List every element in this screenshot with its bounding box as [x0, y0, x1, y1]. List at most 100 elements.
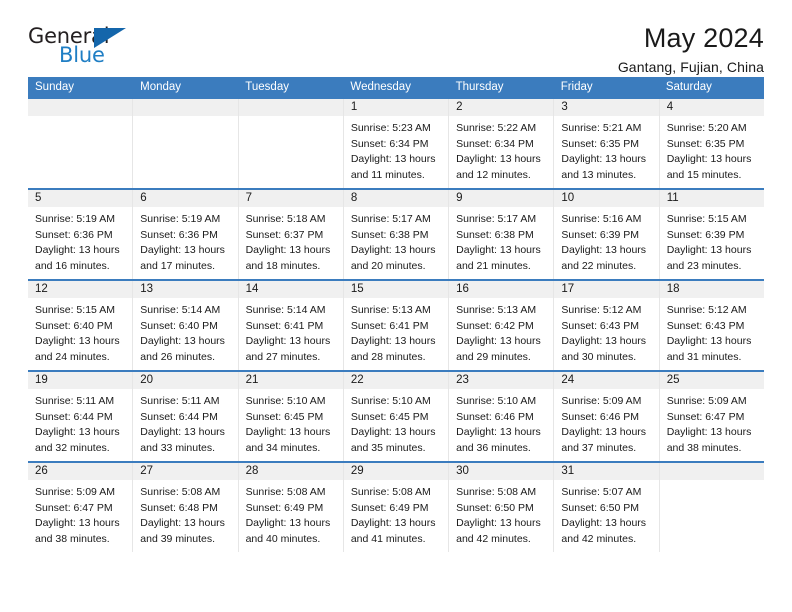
daylight-duration-line1: Daylight: 13 hours [456, 153, 541, 166]
daylight-duration-line2: and 23 minutes. [666, 259, 742, 272]
sunset-time: Sunset: 6:40 PM [35, 319, 113, 332]
day-details: Sunrise: 5:12 AM Sunset: 6:43 PM Daylight:… [554, 298, 658, 365]
day-cell[interactable]: 9 Sunrise: 5:17 AM Sunset: 6:38 PM Daylight… [448, 190, 554, 279]
day-cell[interactable]: 3 Sunrise: 5:21 AM Sunset: 6:35 PM Daylight… [553, 99, 659, 188]
sunrise-time: Sunrise: 5:09 AM [666, 395, 747, 407]
sunset-time: Sunset: 6:44 PM [140, 410, 218, 423]
sunset-time: Sunset: 6:50 PM [456, 501, 534, 514]
day-cell[interactable]: 5 Sunrise: 5:19 AM Sunset: 6:36 PM Daylight… [28, 190, 133, 279]
day-details: Sunrise: 5:14 AM Sunset: 6:40 PM Daylight:… [133, 298, 237, 365]
day-cell[interactable]: 13 Sunrise: 5:14 AM Sunset: 6:40 PM Dayligh… [132, 281, 238, 370]
sunset-time: Sunset: 6:48 PM [140, 501, 218, 514]
day-number: 21 [238, 372, 343, 389]
weekday-header-row: Sunday Monday Tuesday Wednesday Thursday Frid… [28, 77, 764, 99]
day-cell[interactable]: 19 Sunrise: 5:11 AM Sunset: 6:44 PM Dayligh… [28, 372, 133, 461]
sunrise-time: Sunrise: 5:10 AM [456, 395, 537, 407]
sunset-time: Sunset: 6:38 PM [350, 228, 429, 241]
daylight-duration-line1: Daylight: 13 hours [561, 153, 647, 166]
day-cell[interactable]: 28 Sunrise: 5:08 AM Sunset: 6:49 PM Dayligh… [237, 463, 343, 552]
day-details: Sunrise: 5:10 AM Sunset: 6:45 PM Daylight:… [344, 389, 448, 456]
day-cell[interactable]: 8 Sunrise: 5:17 AM Sunset: 6:38 PM Daylight… [342, 190, 449, 279]
sunrise-time: Sunrise: 5:09 AM [35, 486, 115, 498]
day-cell[interactable]: 1 Sunrise: 5:23 AM Sunset: 6:34 PM Daylight… [342, 99, 449, 188]
daylight-duration-line1: Daylight: 13 hours [245, 517, 331, 530]
sunset-time: Sunset: 6:36 PM [140, 228, 218, 241]
sunrise-time: Sunrise: 5:18 AM [245, 213, 326, 225]
day-number: 30 [449, 463, 554, 480]
sunrise-time: Sunrise: 5:12 AM [666, 304, 747, 316]
sunrise-time: Sunrise: 5:17 AM [350, 213, 431, 225]
day-cell[interactable]: 10 Sunrise: 5:16 AM Sunset: 6:39 PM Dayligh… [553, 190, 659, 279]
day-cell[interactable]: 22 Sunrise: 5:10 AM Sunset: 6:45 PM Dayligh… [342, 372, 449, 461]
day-cell[interactable]: 12 Sunrise: 5:15 AM Sunset: 6:40 PM Dayligh… [28, 281, 133, 370]
daylight-duration-line1: Daylight: 13 hours [35, 335, 120, 348]
day-cell[interactable]: 29 Sunrise: 5:08 AM Sunset: 6:49 PM Dayligh… [342, 463, 449, 552]
daylight-duration-line2: and 38 minutes. [666, 441, 742, 454]
general-blue-logo[interactable]: General Blue [28, 24, 138, 70]
day-cell[interactable]: 20 Sunrise: 5:11 AM Sunset: 6:44 PM Dayligh… [132, 372, 238, 461]
day-cell[interactable]: 7 Sunrise: 5:18 AM Sunset: 6:37 PM Daylight… [237, 190, 343, 279]
sunset-time: Sunset: 6:43 PM [666, 319, 745, 332]
daylight-duration-line1: Daylight: 13 hours [561, 335, 647, 348]
daylight-duration-line1: Daylight: 13 hours [35, 244, 120, 257]
day-cell[interactable]: 11 Sunrise: 5:15 AM Sunset: 6:39 PM Dayligh… [658, 190, 764, 279]
sunrise-time: Sunrise: 5:19 AM [140, 213, 221, 225]
day-details: Sunrise: 5:19 AM Sunset: 6:36 PM Daylight:… [133, 207, 237, 274]
day-cell[interactable]: 6 Sunrise: 5:19 AM Sunset: 6:36 PM Daylight… [132, 190, 238, 279]
daylight-duration-line2: and 20 minutes. [350, 259, 426, 272]
sunset-time: Sunset: 6:49 PM [350, 501, 429, 514]
sunset-time: Sunset: 6:41 PM [350, 319, 429, 332]
daylight-duration-line1: Daylight: 13 hours [350, 517, 436, 530]
day-cell-empty [132, 99, 238, 188]
day-cell[interactable]: 23 Sunrise: 5:10 AM Sunset: 6:46 PM Dayligh… [448, 372, 554, 461]
sunrise-time: Sunrise: 5:15 AM [666, 213, 747, 225]
day-cell[interactable]: 31 Sunrise: 5:07 AM Sunset: 6:50 PM Dayligh… [553, 463, 659, 552]
calendar-weeks: 1 Sunrise: 5:23 AM Sunset: 6:34 PM Daylight… [28, 99, 764, 552]
day-number: 17 [554, 281, 659, 298]
title-block: May 2024 Gantang, Fujian, China [617, 24, 764, 76]
weekday-header-wednesday: Wednesday [350, 81, 411, 93]
day-cell[interactable]: 25 Sunrise: 5:09 AM Sunset: 6:47 PM Dayligh… [658, 372, 764, 461]
calendar-week-row: 26 Sunrise: 5:09 AM Sunset: 6:47 PM Dayligh… [28, 461, 764, 552]
day-cell[interactable]: 27 Sunrise: 5:08 AM Sunset: 6:48 PM Dayligh… [132, 463, 238, 552]
day-cell[interactable]: 24 Sunrise: 5:09 AM Sunset: 6:46 PM Dayligh… [553, 372, 659, 461]
day-cell[interactable]: 15 Sunrise: 5:13 AM Sunset: 6:41 PM Dayligh… [342, 281, 449, 370]
day-cell[interactable]: 17 Sunrise: 5:12 AM Sunset: 6:43 PM Dayligh… [553, 281, 659, 370]
day-details: Sunrise: 5:17 AM Sunset: 6:38 PM Daylight:… [449, 207, 553, 274]
page-subtitle-location: Gantang, Fujian, China [617, 59, 764, 76]
daylight-duration-line2: and 36 minutes. [456, 441, 531, 454]
sunset-time: Sunset: 6:39 PM [666, 228, 745, 241]
day-cell[interactable]: 14 Sunrise: 5:14 AM Sunset: 6:41 PM Dayligh… [237, 281, 343, 370]
day-cell[interactable]: 26 Sunrise: 5:09 AM Sunset: 6:47 PM Dayligh… [28, 463, 133, 552]
sunrise-time: Sunrise: 5:09 AM [561, 395, 642, 407]
day-details: Sunrise: 5:09 AM Sunset: 6:46 PM Daylight:… [554, 389, 658, 456]
daylight-duration-line1: Daylight: 13 hours [456, 426, 541, 439]
daylight-duration-line1: Daylight: 13 hours [350, 153, 436, 166]
day-cell[interactable]: 4 Sunrise: 5:20 AM Sunset: 6:35 PM Daylight… [658, 99, 764, 188]
calendar-week-row: 12 Sunrise: 5:15 AM Sunset: 6:40 PM Dayligh… [28, 279, 764, 370]
day-cell[interactable]: 2 Sunrise: 5:22 AM Sunset: 6:34 PM Daylight… [448, 99, 554, 188]
day-cell[interactable]: 18 Sunrise: 5:12 AM Sunset: 6:43 PM Dayligh… [658, 281, 764, 370]
sunrise-time: Sunrise: 5:22 AM [456, 122, 537, 134]
sunset-time: Sunset: 6:45 PM [245, 410, 324, 423]
sunrise-time: Sunrise: 5:19 AM [35, 213, 115, 225]
day-details: Sunrise: 5:08 AM Sunset: 6:50 PM Daylight:… [449, 480, 553, 547]
sunset-time: Sunset: 6:44 PM [35, 410, 113, 423]
weekday-header-sunday: Sunday [35, 81, 75, 93]
weekday-header-thursday: Thursday [455, 81, 504, 93]
sunrise-time: Sunrise: 5:14 AM [140, 304, 221, 316]
day-cell[interactable]: 30 Sunrise: 5:08 AM Sunset: 6:50 PM Dayligh… [448, 463, 554, 552]
day-details: Sunrise: 5:09 AM Sunset: 6:47 PM Daylight:… [660, 389, 764, 456]
day-number: 10 [554, 190, 659, 207]
daylight-duration-line2: and 35 minutes. [350, 441, 426, 454]
calendar-week-row: 5 Sunrise: 5:19 AM Sunset: 6:36 PM Daylight… [28, 188, 764, 279]
day-number: 3 [554, 99, 659, 116]
day-cell[interactable]: 16 Sunrise: 5:13 AM Sunset: 6:42 PM Dayligh… [448, 281, 554, 370]
day-details: Sunrise: 5:19 AM Sunset: 6:36 PM Daylight:… [28, 207, 132, 274]
day-number [238, 99, 343, 116]
day-number: 2 [449, 99, 554, 116]
day-cell[interactable]: 21 Sunrise: 5:10 AM Sunset: 6:45 PM Dayligh… [237, 372, 343, 461]
daylight-duration-line2: and 24 minutes. [35, 350, 110, 363]
daylight-duration-line1: Daylight: 13 hours [35, 426, 120, 439]
daylight-duration-line1: Daylight: 13 hours [456, 244, 541, 257]
